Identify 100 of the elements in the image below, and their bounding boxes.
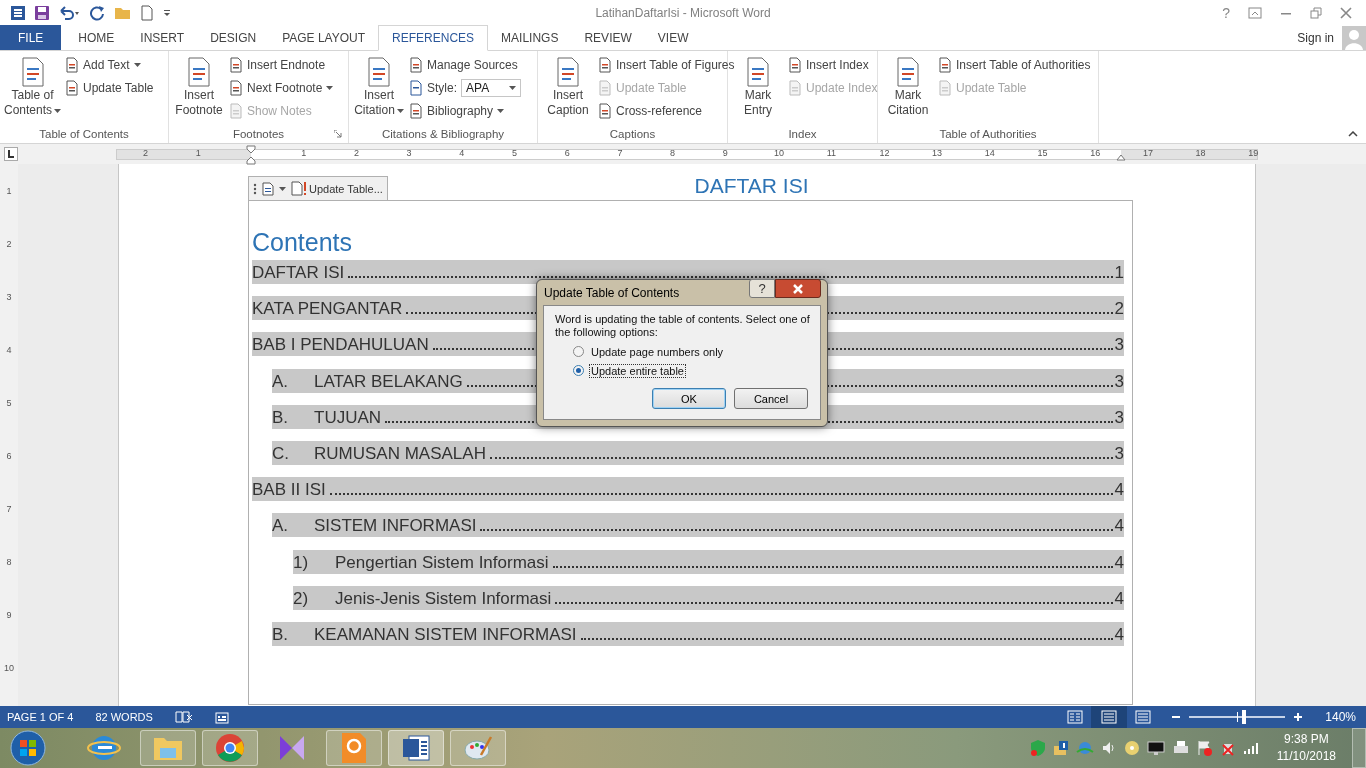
radio-button[interactable] bbox=[573, 346, 584, 357]
speaker-icon[interactable] bbox=[1100, 740, 1117, 756]
signal-icon[interactable] bbox=[1242, 741, 1259, 755]
ribbon-button[interactable]: Cross-reference bbox=[598, 101, 735, 121]
clock-time[interactable]: 9:38 PM bbox=[1284, 731, 1329, 748]
toc-number: 2) bbox=[293, 587, 310, 610]
grip-icon bbox=[253, 182, 257, 195]
page-count[interactable]: PAGE 1 OF 4 bbox=[7, 711, 74, 723]
zoom-slider-thumb[interactable] bbox=[1242, 710, 1246, 724]
taskbar-button[interactable] bbox=[388, 730, 444, 766]
dialog-launcher-icon[interactable] bbox=[334, 130, 342, 138]
word-icon bbox=[401, 733, 431, 763]
dialog-button[interactable]: Cancel bbox=[734, 388, 808, 409]
zoom-level[interactable]: 140% bbox=[1325, 710, 1356, 724]
zoom-in-icon[interactable] bbox=[1293, 712, 1304, 722]
ribbon-button[interactable]: Manage Sources bbox=[409, 55, 521, 75]
ribbon-large-button[interactable]: Insert Footnote bbox=[173, 54, 225, 125]
toc-entry-text[interactable]: Pengertian Sistem Informasi bbox=[335, 551, 549, 574]
clock-date[interactable]: 11/10/2018 bbox=[1276, 748, 1336, 765]
ribbon-large-button[interactable]: Insert Citation bbox=[353, 54, 405, 125]
ribbon-button[interactable]: Insert Table of Figures bbox=[598, 55, 735, 75]
toc-entry-text[interactable]: SISTEM INFORMASI bbox=[314, 515, 477, 538]
option-label[interactable]: Update page numbers only bbox=[589, 344, 726, 359]
page-number: 3 bbox=[1114, 406, 1124, 429]
toc-entry-text[interactable]: KEAMANAN SISTEM INFORMASI bbox=[314, 623, 577, 646]
view-button[interactable] bbox=[1091, 706, 1128, 728]
ribbon-tab[interactable]: PAGE LAYOUT bbox=[269, 25, 379, 50]
toc-entry-text[interactable]: BAB I PENDAHULUAN bbox=[252, 334, 429, 357]
ribbon-button[interactable]: Insert Table of Authorities bbox=[938, 55, 1091, 75]
word-icon[interactable] bbox=[10, 4, 26, 21]
redo-icon[interactable] bbox=[90, 4, 106, 21]
document-icon bbox=[229, 80, 243, 96]
ruler-number: 3 bbox=[405, 148, 413, 158]
proofing-icon[interactable] bbox=[174, 710, 193, 724]
ribbon-large-button[interactable]: Mark Citation bbox=[882, 54, 934, 125]
ribbon-button[interactable]: Add Text bbox=[65, 55, 154, 75]
collapse-ribbon-icon[interactable] bbox=[1348, 131, 1358, 137]
ruler-number: 15 bbox=[1037, 148, 1046, 158]
ribbon-tab[interactable]: VIEW bbox=[644, 25, 702, 50]
help-button[interactable]: ? bbox=[1222, 4, 1230, 21]
toc-entry-text[interactable]: RUMUSAN MASALAH bbox=[314, 442, 486, 465]
update-table-button[interactable]: Update Table... bbox=[291, 181, 383, 196]
restore-icon[interactable] bbox=[1310, 6, 1322, 19]
ribbon-tab[interactable]: HOME bbox=[65, 25, 128, 50]
toc-entry-text[interactable]: BAB II ISI bbox=[252, 479, 326, 502]
dialog-button[interactable]: OK bbox=[652, 388, 726, 409]
sign-in-link[interactable]: Sign in bbox=[1297, 30, 1334, 45]
toc-number: 1) bbox=[293, 551, 310, 574]
ribbon-button[interactable]: Insert Endnote bbox=[229, 55, 334, 75]
printer-icon[interactable] bbox=[1171, 740, 1190, 756]
monitor-icon[interactable] bbox=[1146, 740, 1165, 756]
ribbon-button[interactable]: Bibliography bbox=[409, 101, 521, 121]
document-icon bbox=[554, 56, 582, 88]
page-number: 3 bbox=[1114, 370, 1124, 393]
toc-entry-text[interactable]: DAFTAR ISI bbox=[252, 262, 345, 284]
ribbon-tab[interactable]: REVIEW bbox=[571, 25, 645, 50]
macro-icon[interactable] bbox=[214, 710, 229, 724]
start-button[interactable] bbox=[10, 730, 46, 766]
ribbon-large-button[interactable]: Insert Caption bbox=[542, 54, 594, 125]
ribbon-button[interactable]: Next Footnote bbox=[229, 78, 334, 98]
ruler-number: 10 bbox=[3, 663, 15, 675]
radio-button[interactable] bbox=[573, 365, 584, 376]
ribbon-button[interactable]: Update Table bbox=[65, 78, 154, 98]
ribbon-large-button[interactable]: Table of Contents bbox=[4, 54, 62, 125]
document-icon bbox=[788, 57, 802, 73]
caret-icon bbox=[326, 86, 334, 90]
toc-entry-text[interactable]: LATAR BELAKANG bbox=[314, 370, 463, 393]
taskbar-button[interactable] bbox=[202, 730, 258, 766]
document-icon bbox=[409, 57, 423, 73]
ribbon-tab[interactable]: MAILINGS bbox=[488, 25, 572, 50]
option-label[interactable]: Update entire table bbox=[589, 363, 686, 378]
ribbon-tab[interactable]: DESIGN bbox=[197, 25, 270, 50]
toc-entry-text[interactable]: Jenis-Jenis Sistem Informasi bbox=[335, 587, 552, 610]
document-icon bbox=[262, 181, 274, 196]
ribbon-tab[interactable]: FILE bbox=[0, 25, 62, 50]
indent-marker-icon[interactable] bbox=[246, 145, 256, 165]
caret-icon bbox=[133, 63, 141, 67]
ribbon-button[interactable]: Insert Index bbox=[788, 55, 878, 75]
close-icon[interactable] bbox=[1340, 6, 1352, 19]
ruler-number: 2 bbox=[352, 148, 360, 158]
toc-entry-text[interactable]: KATA PENGANTAR bbox=[252, 298, 403, 321]
style-dropdown[interactable]: APA bbox=[461, 79, 521, 97]
disc-icon[interactable] bbox=[1123, 740, 1140, 756]
ribbon-display-icon[interactable] bbox=[1248, 6, 1262, 19]
close-button[interactable] bbox=[775, 279, 821, 298]
ruler-number: 18 bbox=[1195, 148, 1204, 158]
ribbon-tab[interactable]: INSERT bbox=[127, 25, 198, 50]
word-count[interactable]: 82 WORDS bbox=[95, 711, 153, 723]
info-icon[interactable] bbox=[1052, 740, 1069, 756]
document-icon bbox=[229, 103, 243, 119]
save-icon[interactable] bbox=[34, 4, 50, 21]
document-icon bbox=[409, 80, 423, 96]
toc-control-tab[interactable]: Update Table... bbox=[248, 176, 388, 200]
ribbon-tab[interactable]: REFERENCES bbox=[378, 25, 489, 51]
help-button[interactable]: ? bbox=[749, 279, 775, 298]
undo-icon[interactable] bbox=[58, 4, 82, 21]
toc-entry-text[interactable]: TUJUAN bbox=[314, 406, 382, 429]
tab-selector-icon[interactable] bbox=[4, 147, 18, 161]
flag-icon[interactable] bbox=[1196, 740, 1213, 756]
new-document-icon[interactable] bbox=[140, 4, 154, 21]
